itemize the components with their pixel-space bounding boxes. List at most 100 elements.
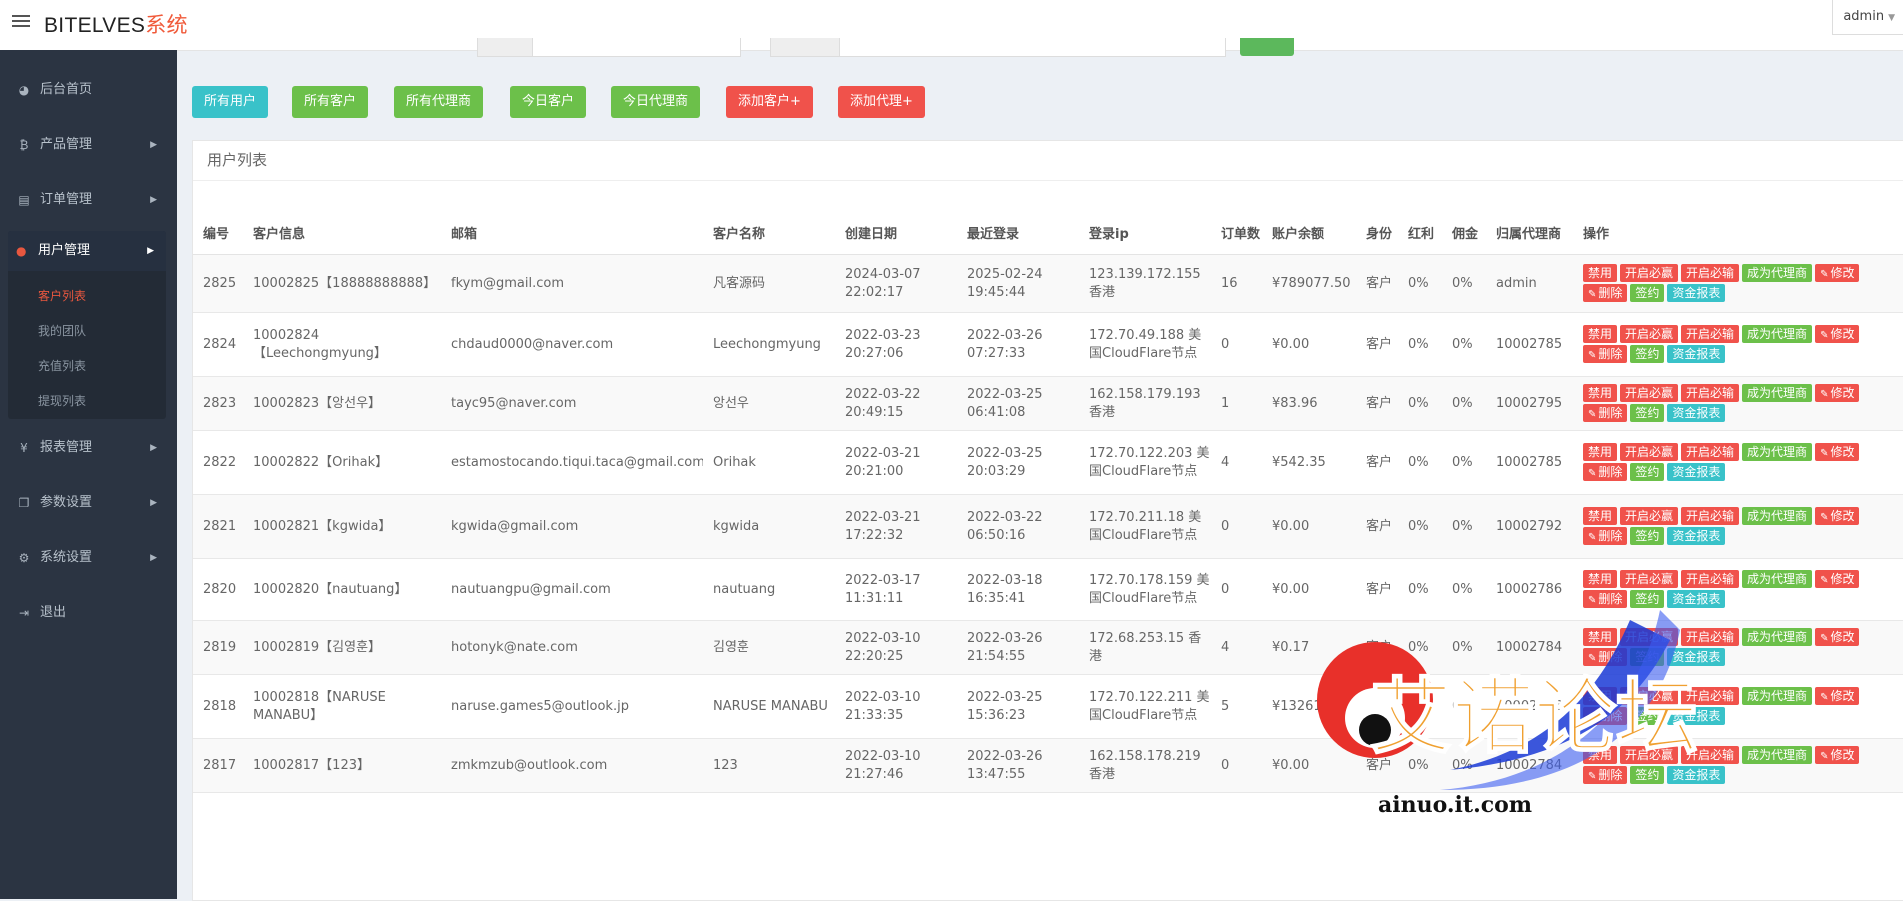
edit-button[interactable]: ✎ 修改: [1815, 686, 1860, 705]
all-agents-button[interactable]: 所有代理商: [394, 86, 484, 118]
enable-win-button[interactable]: 开启必赢: [1620, 686, 1679, 705]
sidebar-item-reports[interactable]: ¥ 报表管理 ▶: [0, 428, 177, 468]
enable-lose-button[interactable]: 开启必输: [1681, 263, 1740, 282]
enable-lose-button[interactable]: 开启必输: [1681, 506, 1740, 525]
enable-lose-button[interactable]: 开启必输: [1681, 686, 1740, 705]
enable-lose-button[interactable]: 开启必输: [1681, 569, 1740, 588]
fund-report-button[interactable]: 资金报表: [1667, 706, 1726, 725]
edit-button[interactable]: ✎ 修改: [1815, 442, 1860, 461]
sidebar-item-logout[interactable]: ⇥ 退出: [0, 593, 177, 633]
enable-win-button[interactable]: 开启必赢: [1620, 506, 1679, 525]
sign-button[interactable]: 签约: [1630, 765, 1665, 784]
sidebar-subitem-deposits[interactable]: 充值列表: [38, 357, 86, 374]
fund-report-button[interactable]: 资金报表: [1667, 462, 1726, 481]
sign-button[interactable]: 签约: [1630, 706, 1665, 725]
enable-win-button[interactable]: 开启必赢: [1620, 324, 1679, 343]
fund-report-button[interactable]: 资金报表: [1667, 403, 1726, 422]
cell-agent[interactable]: 10002786: [1486, 558, 1573, 621]
disable-button[interactable]: 禁用: [1583, 442, 1618, 461]
delete-button[interactable]: ✎ 删除: [1583, 403, 1628, 422]
add-agent-button[interactable]: 添加代理+: [838, 86, 925, 118]
sidebar-item-params[interactable]: ❐ 参数设置 ▶: [0, 483, 177, 523]
fund-report-button[interactable]: 资金报表: [1667, 283, 1726, 302]
search-button[interactable]: [1240, 38, 1294, 56]
sidebar-item-system[interactable]: ⚙ 系统设置 ▶: [0, 538, 177, 578]
make-agent-button[interactable]: 成为代理商: [1742, 627, 1813, 646]
delete-button[interactable]: ✎ 删除: [1583, 589, 1628, 608]
disable-button[interactable]: 禁用: [1583, 383, 1618, 402]
edit-button[interactable]: ✎ 修改: [1815, 627, 1860, 646]
disable-button[interactable]: 禁用: [1583, 569, 1618, 588]
make-agent-button[interactable]: 成为代理商: [1742, 569, 1813, 588]
disable-button[interactable]: 禁用: [1583, 686, 1618, 705]
delete-button[interactable]: ✎ 删除: [1583, 526, 1628, 545]
cell-agent[interactable]: admin: [1486, 254, 1573, 313]
disable-button[interactable]: 禁用: [1583, 263, 1618, 282]
today-agents-button[interactable]: 今日代理商: [611, 86, 701, 118]
delete-button[interactable]: ✎ 删除: [1583, 283, 1628, 302]
filter-field-1[interactable]: [477, 38, 741, 57]
sign-button[interactable]: 签约: [1630, 526, 1665, 545]
sign-button[interactable]: 签约: [1630, 403, 1665, 422]
delete-button[interactable]: ✎ 删除: [1583, 462, 1628, 481]
edit-button[interactable]: ✎ 修改: [1815, 506, 1860, 525]
enable-lose-button[interactable]: 开启必输: [1681, 442, 1740, 461]
sign-button[interactable]: 签约: [1630, 283, 1665, 302]
edit-button[interactable]: ✎ 修改: [1815, 569, 1860, 588]
sidebar-subitem-withdrawals[interactable]: 提现列表: [38, 392, 86, 409]
cell-agent[interactable]: 10002786: [1486, 674, 1573, 739]
make-agent-button[interactable]: 成为代理商: [1742, 383, 1813, 402]
sidebar-item-orders[interactable]: ▤ 订单管理 ▶: [0, 180, 177, 220]
fund-report-button[interactable]: 资金报表: [1667, 647, 1726, 666]
enable-lose-button[interactable]: 开启必输: [1681, 324, 1740, 343]
fund-report-button[interactable]: 资金报表: [1667, 589, 1726, 608]
cell-agent[interactable]: 10002784: [1486, 738, 1573, 793]
make-agent-button[interactable]: 成为代理商: [1742, 686, 1813, 705]
sign-button[interactable]: 签约: [1630, 647, 1665, 666]
enable-win-button[interactable]: 开启必赢: [1620, 569, 1679, 588]
filter-field-2[interactable]: [770, 38, 1226, 57]
disable-button[interactable]: 禁用: [1583, 627, 1618, 646]
cell-agent[interactable]: 10002795: [1486, 376, 1573, 431]
enable-win-button[interactable]: 开启必赢: [1620, 263, 1679, 282]
user-menu[interactable]: admin ▼: [1832, 0, 1903, 35]
enable-lose-button[interactable]: 开启必输: [1681, 383, 1740, 402]
sign-button[interactable]: 签约: [1630, 344, 1665, 363]
delete-button[interactable]: ✎ 删除: [1583, 647, 1628, 666]
sidebar-item-users[interactable]: ● 用户管理 ▶: [8, 231, 166, 271]
make-agent-button[interactable]: 成为代理商: [1742, 506, 1813, 525]
make-agent-button[interactable]: 成为代理商: [1742, 263, 1813, 282]
fund-report-button[interactable]: 资金报表: [1667, 344, 1726, 363]
all-users-button[interactable]: 所有用户: [192, 86, 269, 118]
make-agent-button[interactable]: 成为代理商: [1742, 442, 1813, 461]
cell-agent[interactable]: 10002792: [1486, 494, 1573, 559]
delete-button[interactable]: ✎ 删除: [1583, 344, 1628, 363]
cell-agent[interactable]: 10002785: [1486, 312, 1573, 377]
disable-button[interactable]: 禁用: [1583, 506, 1618, 525]
menu-toggle-icon[interactable]: [12, 12, 30, 28]
enable-win-button[interactable]: 开启必赢: [1620, 383, 1679, 402]
sign-button[interactable]: 签约: [1630, 462, 1665, 481]
add-customer-button[interactable]: 添加客户+: [726, 86, 813, 118]
enable-win-button[interactable]: 开启必赢: [1620, 745, 1679, 764]
disable-button[interactable]: 禁用: [1583, 324, 1618, 343]
delete-button[interactable]: ✎ 删除: [1583, 706, 1628, 725]
sidebar-subitem-customers[interactable]: 客户列表: [38, 287, 86, 304]
enable-win-button[interactable]: 开启必赢: [1620, 627, 1679, 646]
disable-button[interactable]: 禁用: [1583, 745, 1618, 764]
sidebar-subitem-team[interactable]: 我的团队: [38, 322, 86, 339]
all-customers-button[interactable]: 所有客户: [292, 86, 369, 118]
make-agent-button[interactable]: 成为代理商: [1742, 324, 1813, 343]
delete-button[interactable]: ✎ 删除: [1583, 765, 1628, 784]
enable-lose-button[interactable]: 开启必输: [1681, 745, 1740, 764]
enable-lose-button[interactable]: 开启必输: [1681, 627, 1740, 646]
sidebar-item-dashboard[interactable]: ◕ 后台首页: [0, 70, 177, 110]
fund-report-button[interactable]: 资金报表: [1667, 526, 1726, 545]
sidebar-item-products[interactable]: ₿ 产品管理 ▶: [0, 125, 177, 165]
edit-button[interactable]: ✎ 修改: [1815, 383, 1860, 402]
make-agent-button[interactable]: 成为代理商: [1742, 745, 1813, 764]
cell-agent[interactable]: 10002785: [1486, 430, 1573, 495]
enable-win-button[interactable]: 开启必赢: [1620, 442, 1679, 461]
edit-button[interactable]: ✎ 修改: [1815, 263, 1860, 282]
today-customers-button[interactable]: 今日客户: [510, 86, 587, 118]
